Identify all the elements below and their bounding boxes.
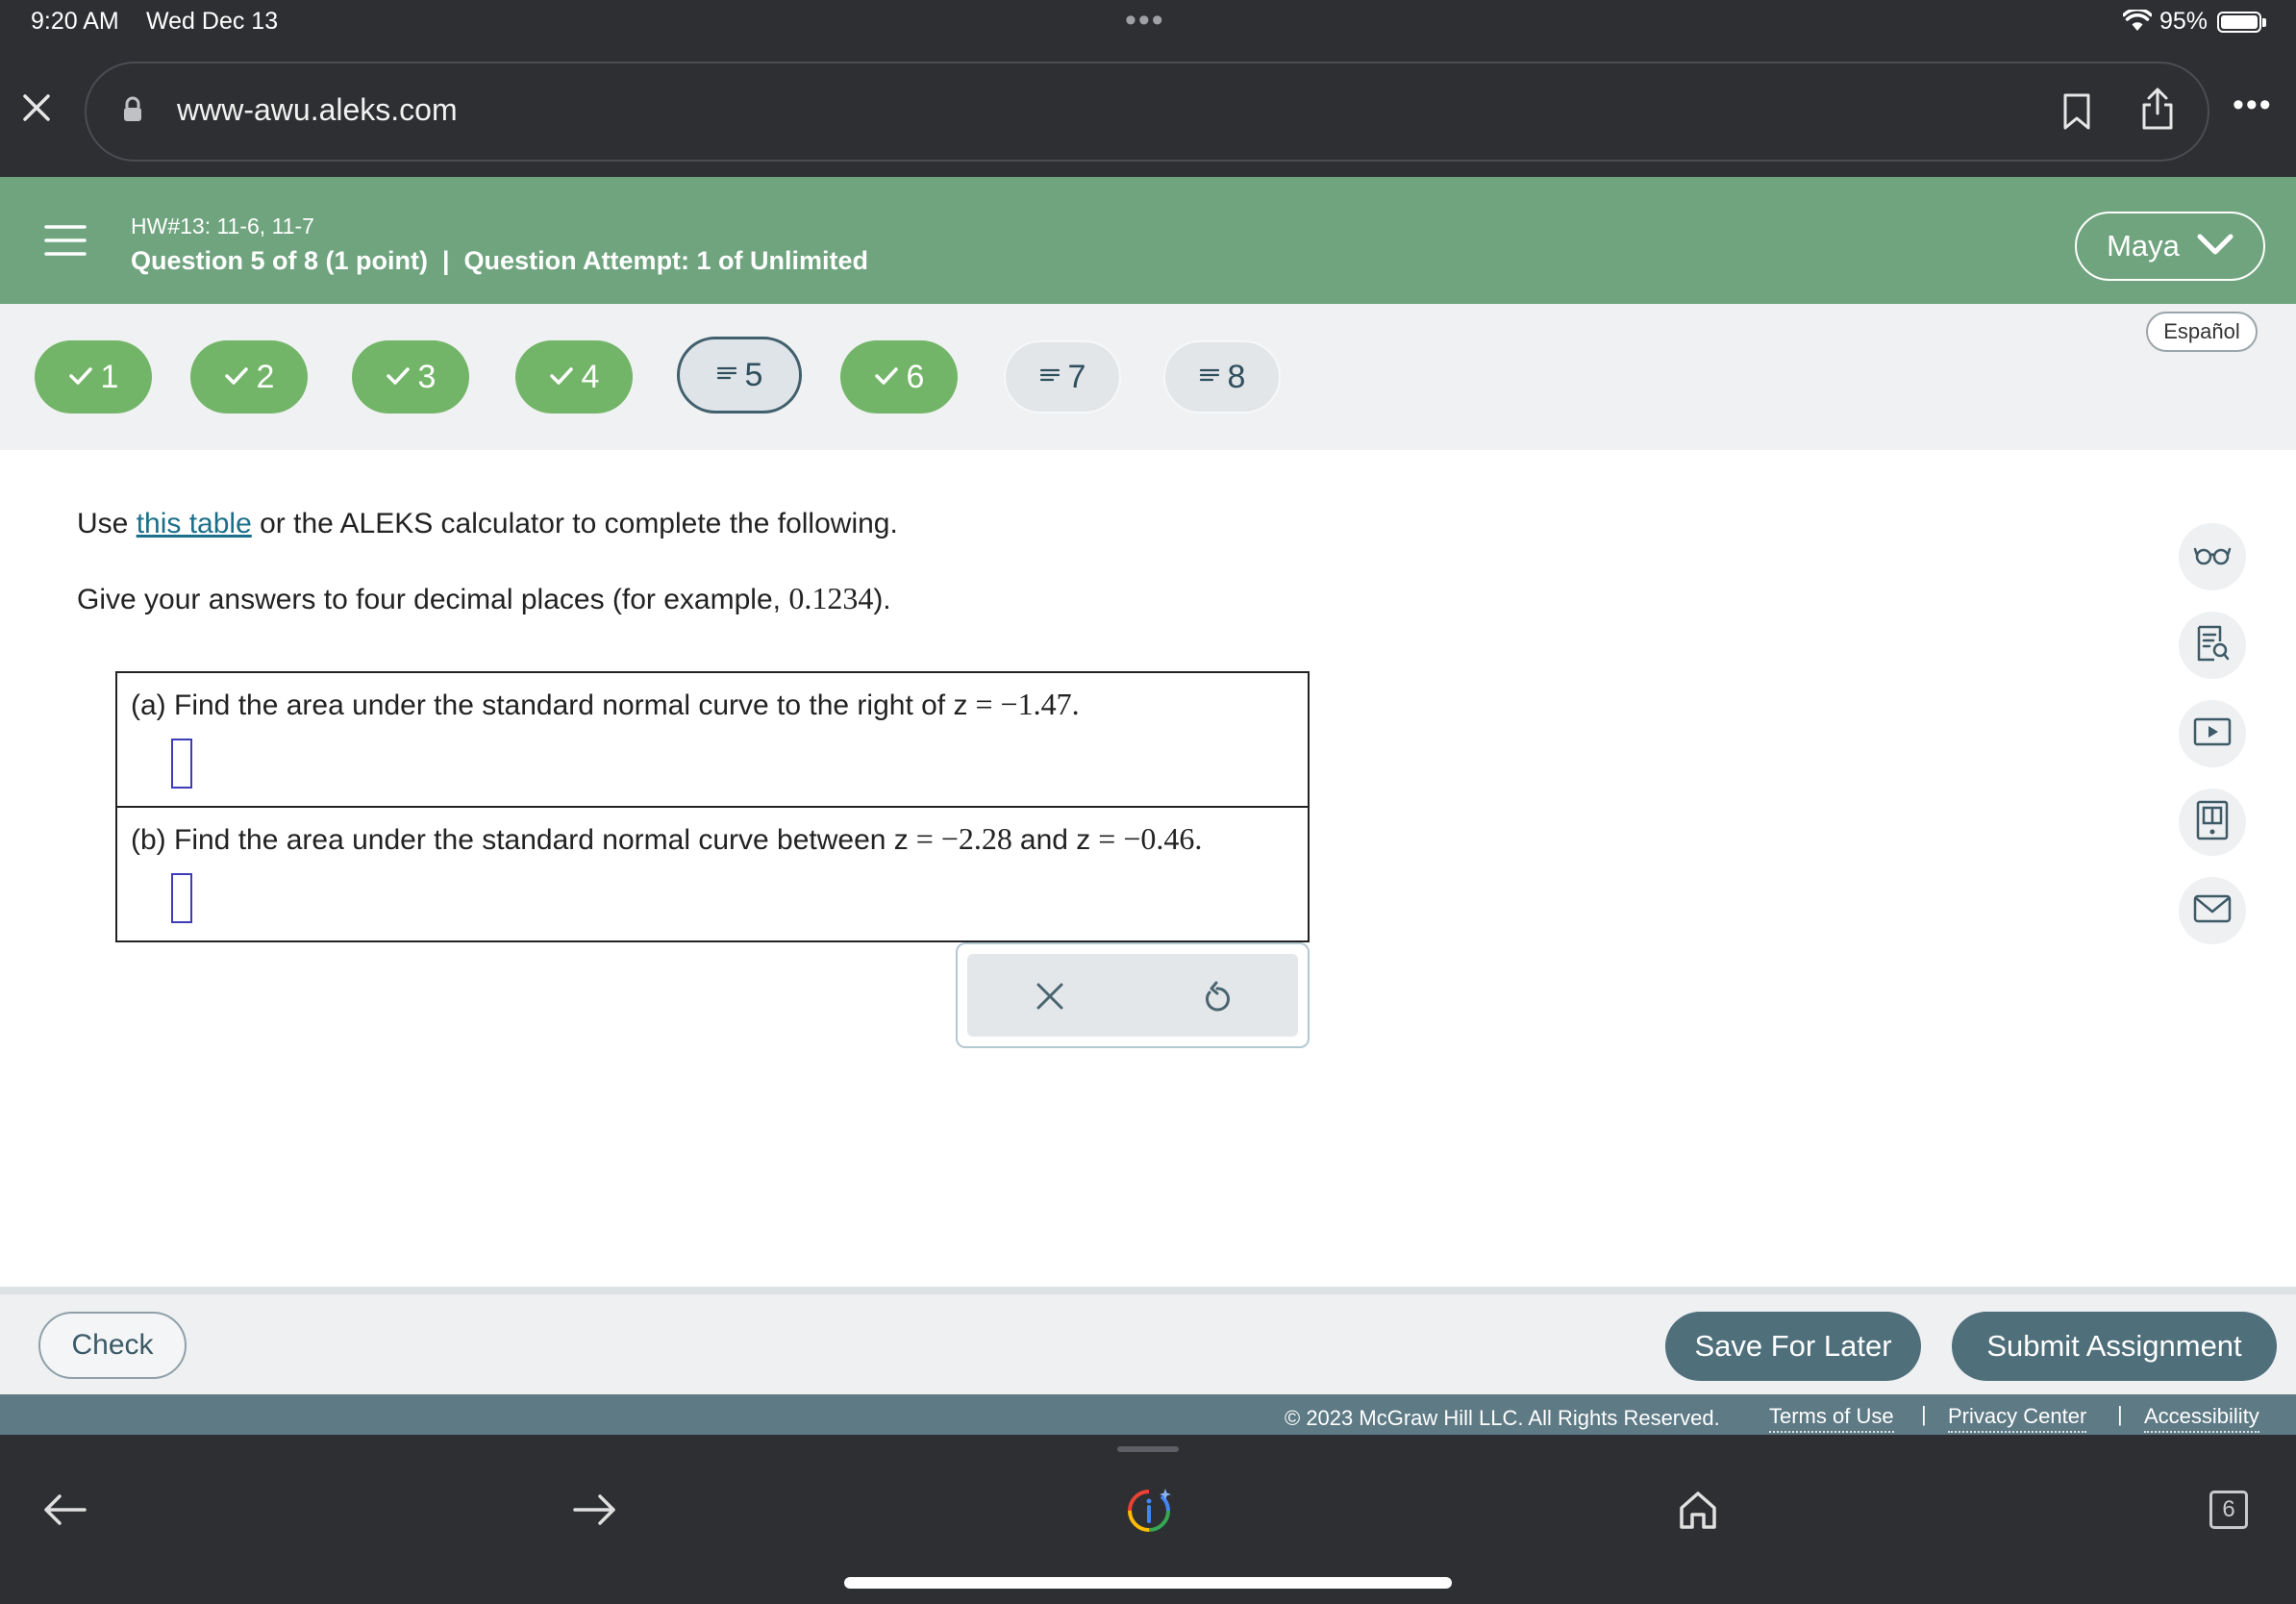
- instruction-text: Give your answers to four decimal places…: [77, 581, 891, 616]
- part-b-math-1: = −2.28: [908, 821, 1020, 856]
- video-button[interactable]: [2179, 700, 2246, 767]
- check-button[interactable]: Check: [38, 1312, 187, 1379]
- lock-icon: [121, 96, 144, 128]
- question-3-button[interactable]: 3: [352, 340, 469, 414]
- home-icon[interactable]: [1677, 1489, 1719, 1536]
- legal-separator: |: [2117, 1402, 2123, 1426]
- textbook-icon: [2196, 800, 2229, 845]
- share-icon[interactable]: [2140, 87, 2175, 136]
- message-instructor-button[interactable]: [2179, 877, 2246, 944]
- glasses-icon: [2193, 543, 2232, 571]
- battery-percent: 95%: [2159, 8, 2209, 35]
- part-b-answer-input[interactable]: [171, 873, 192, 923]
- this-table-link[interactable]: this table: [137, 508, 252, 539]
- bookmark-icon[interactable]: [2061, 92, 2092, 136]
- part-a-question: (a) Find the area under the standard nor…: [131, 687, 1080, 722]
- clear-answer-icon[interactable]: [1033, 979, 1067, 1018]
- unanswered-lines-icon: [716, 363, 737, 388]
- unanswered-lines-icon: [1199, 364, 1220, 389]
- question-number: 2: [256, 358, 275, 395]
- question-number: 8: [1227, 358, 1246, 395]
- question-number: 6: [906, 358, 925, 395]
- home-indicator[interactable]: [844, 1577, 1452, 1589]
- intro-text: Use this table or the ALEKS calculator t…: [77, 508, 898, 540]
- parts-divider: [115, 806, 1310, 808]
- answer-toolbox-inner: [967, 954, 1298, 1037]
- battery-tip: [2262, 18, 2266, 27]
- part-b-and: and z: [1019, 824, 1091, 856]
- ebook-button[interactable]: [2179, 789, 2246, 856]
- question-navigation: [0, 304, 2296, 450]
- mail-icon: [2193, 894, 2232, 928]
- intro-suffix: or the ALEKS calculator to complete the …: [251, 508, 898, 539]
- assignment-title: HW#13: 11-6, 11-7: [131, 213, 314, 238]
- legal-separator: |: [1921, 1402, 1927, 1426]
- document-search-icon: [2195, 624, 2230, 667]
- chevron-down-icon: [2197, 229, 2234, 263]
- unanswered-lines-icon: [1039, 364, 1061, 389]
- question-4-button[interactable]: 4: [515, 340, 633, 414]
- checkmark-icon: [386, 362, 411, 392]
- question-number: 7: [1067, 358, 1086, 395]
- part-a-math: = −1.47.: [967, 687, 1080, 721]
- assignment-header: [0, 177, 2296, 304]
- question-info: Question 5 of 8 (1 point) | Question Att…: [131, 246, 869, 275]
- part-b-question: (b) Find the area under the standard nor…: [131, 821, 1202, 857]
- close-icon[interactable]: [21, 92, 52, 128]
- tab-switcher-button[interactable]: 6: [2209, 1491, 2248, 1529]
- checkmark-icon: [549, 362, 574, 392]
- reading-glasses-button[interactable]: [2179, 523, 2246, 590]
- toolbar-grabber[interactable]: [1117, 1446, 1179, 1452]
- example-value: 0.1234: [788, 581, 874, 615]
- url-text[interactable]: www-awu.aleks.com: [177, 92, 458, 128]
- battery-icon: [2217, 12, 2261, 33]
- submit-assignment-button[interactable]: Submit Assignment: [1952, 1312, 2277, 1381]
- question-6-button[interactable]: 6: [840, 340, 958, 414]
- google-lens-icon[interactable]: [1125, 1487, 1173, 1540]
- question-2-button[interactable]: 2: [190, 340, 308, 414]
- part-a-text: (a) Find the area under the standard nor…: [131, 689, 968, 721]
- play-video-icon: [2193, 717, 2232, 751]
- user-menu-button[interactable]: Maya: [2075, 212, 2265, 281]
- question-7-button[interactable]: 7: [1004, 340, 1121, 414]
- copyright-text: © 2023 McGraw Hill LLC. All Rights Reser…: [1285, 1406, 1720, 1430]
- accessibility-link[interactable]: Accessibility: [2144, 1404, 2259, 1433]
- hamburger-menu-icon[interactable]: [44, 223, 87, 263]
- terms-of-use-link[interactable]: Terms of Use: [1769, 1404, 1894, 1433]
- save-for-later-button[interactable]: Save For Later: [1665, 1312, 1921, 1381]
- intro-prefix: Use: [77, 508, 137, 539]
- forward-arrow-icon[interactable]: [573, 1492, 617, 1532]
- instruction-prefix: Give your answers to four decimal places…: [77, 584, 789, 615]
- part-a-answer-input[interactable]: [171, 739, 192, 789]
- question-1-button[interactable]: 1: [35, 340, 152, 414]
- part-b-math-2: = −0.46.: [1090, 821, 1203, 856]
- checkmark-icon: [224, 362, 249, 392]
- question-number: 5: [744, 356, 763, 393]
- status-time: 9:20 AM: [31, 8, 119, 35]
- status-date: Wed Dec 13: [146, 8, 279, 35]
- part-b-text: (b) Find the area under the standard nor…: [131, 824, 909, 856]
- language-toggle-button[interactable]: Español: [2146, 312, 2258, 352]
- instruction-suffix: ).: [873, 584, 891, 615]
- footer-divider: [0, 1287, 2296, 1294]
- user-name: Maya: [2107, 229, 2180, 263]
- more-options-icon[interactable]: •••: [2233, 87, 2273, 124]
- question-8-button[interactable]: 8: [1163, 340, 1281, 414]
- wifi-icon: [2122, 8, 2153, 38]
- worksheet-button[interactable]: [2179, 612, 2246, 679]
- undo-icon[interactable]: [1200, 979, 1235, 1022]
- question-number: 4: [581, 358, 600, 395]
- question-5-button[interactable]: 5: [677, 337, 802, 414]
- privacy-center-link[interactable]: Privacy Center: [1948, 1404, 2087, 1433]
- question-number: 1: [100, 358, 119, 395]
- multitasking-dots[interactable]: •••: [1125, 2, 1165, 39]
- back-arrow-icon[interactable]: [42, 1492, 87, 1532]
- checkmark-icon: [874, 362, 899, 392]
- checkmark-icon: [68, 362, 93, 392]
- question-number: 3: [417, 358, 437, 395]
